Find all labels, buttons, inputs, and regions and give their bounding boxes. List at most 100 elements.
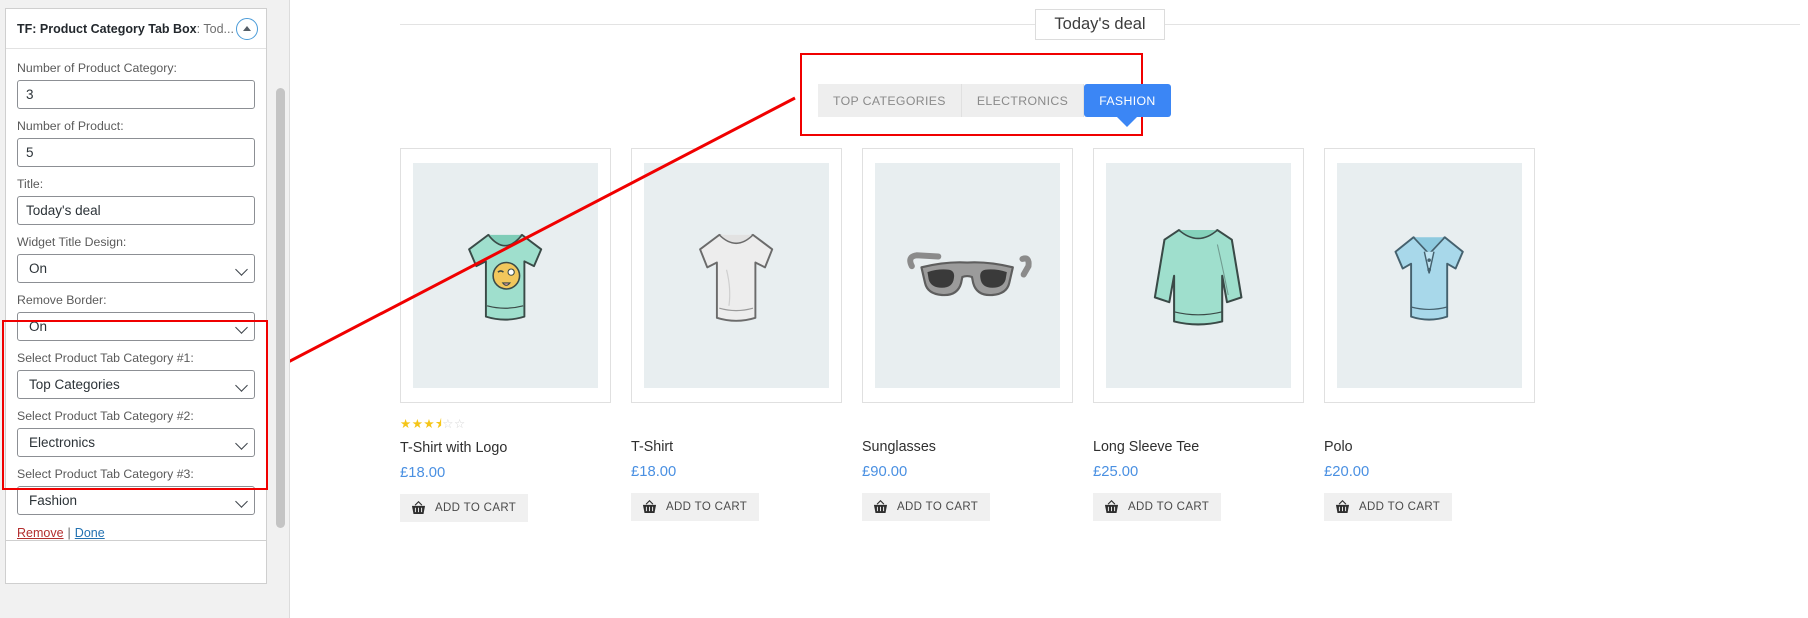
add-to-cart-button[interactable]: ADD TO CART — [1324, 493, 1453, 521]
done-widget-link[interactable]: Done — [75, 526, 105, 540]
select-product-tab-category-3[interactable]: Fashion — [17, 486, 255, 515]
widget-title-main: TF: Product Category Tab Box — [17, 21, 197, 36]
add-to-cart-button[interactable]: ADD TO CART — [862, 493, 991, 521]
add-to-cart-button[interactable]: ADD TO CART — [1093, 493, 1222, 521]
label-title: Title: — [17, 177, 44, 191]
tab-electronics[interactable]: ELECTRONICS — [961, 84, 1085, 117]
basket-icon — [1335, 500, 1350, 513]
label-widget-title-design: Widget Title Design: — [17, 235, 127, 249]
widget-body: Number of Product Category: Number of Pr… — [6, 49, 266, 554]
product-thumbnail[interactable] — [631, 148, 842, 403]
label-product-tab-category-3: Select Product Tab Category #3: — [17, 467, 194, 481]
product-thumbnail[interactable] — [400, 148, 611, 403]
widget-title: TF: Product Category Tab Box: Tod... — [17, 22, 234, 36]
select-wrap-product-tab-category-3: Fashion — [17, 486, 255, 515]
select-product-tab-category-1[interactable]: Top Categories — [17, 370, 255, 399]
product-name: Polo — [1324, 439, 1353, 455]
main-content: Today's deal TOP CATEGORIES ELECTRONICS … — [290, 0, 1808, 618]
add-to-cart-button[interactable]: ADD TO CART — [400, 494, 529, 522]
tab-active-pointer-icon — [1116, 116, 1139, 127]
product-name: Sunglasses — [862, 439, 936, 455]
product-card[interactable]: Sunglasses £90.00 ADD TO CART — [862, 148, 1073, 522]
field-number-of-product: Number of Product: — [17, 118, 255, 167]
tab-electronics-label: ELECTRONICS — [976, 93, 1069, 108]
widget-card: TF: Product Category Tab Box: Tod... Num… — [5, 8, 267, 555]
field-widget-title-design: Widget Title Design: On — [17, 234, 255, 283]
add-to-cart-button[interactable]: ADD TO CART — [631, 493, 760, 521]
input-title[interactable] — [17, 196, 255, 225]
basket-icon — [411, 501, 426, 514]
tshirt-icon — [644, 163, 829, 388]
caret-up-icon — [243, 26, 251, 31]
product-card[interactable]: T-Shirt £18.00 ADD TO CART — [631, 148, 842, 522]
widget-header[interactable]: TF: Product Category Tab Box: Tod... — [6, 9, 266, 49]
category-tabs: TOP CATEGORIES ELECTRONICS FASHION — [818, 84, 1171, 127]
long-sleeve-tee-icon — [1106, 163, 1291, 388]
tshirt-logo-icon — [413, 163, 598, 388]
field-number-of-product-category: Number of Product Category: — [17, 60, 255, 109]
input-number-of-product[interactable] — [17, 138, 255, 167]
select-wrap-product-tab-category-1: Top Categories — [17, 370, 255, 399]
add-to-cart-label: ADD TO CART — [435, 502, 517, 514]
product-name: T-Shirt — [631, 439, 674, 455]
basket-icon — [1104, 500, 1119, 513]
widget-title-instance: : Tod... — [196, 21, 234, 36]
product-thumbnail[interactable] — [862, 148, 1073, 403]
product-thumbnail[interactable] — [1093, 148, 1304, 403]
field-product-tab-category-1: Select Product Tab Category #1: Top Cate… — [17, 350, 255, 399]
product-card[interactable]: ★★★⯨☆☆ T-Shirt with Logo £18.00 ADD TO C… — [400, 148, 611, 522]
label-product-tab-category-2: Select Product Tab Category #2: — [17, 409, 194, 423]
select-wrap-product-tab-category-2: Electronics — [17, 428, 255, 457]
label-product-tab-category-1: Select Product Tab Category #1: — [17, 351, 194, 365]
add-to-cart-label: ADD TO CART — [1359, 501, 1441, 513]
field-product-tab-category-3: Select Product Tab Category #3: Fashion — [17, 466, 255, 515]
select-wrap-remove-border: On — [17, 312, 255, 341]
product-name: Long Sleeve Tee — [1093, 439, 1200, 455]
label-number-of-product: Number of Product: — [17, 119, 124, 133]
action-separator: | — [67, 526, 71, 540]
tab-fashion-label: FASHION — [1099, 93, 1156, 108]
widget-sidebar: TF: Product Category Tab Box: Tod... Num… — [0, 0, 290, 618]
add-to-cart-label: ADD TO CART — [1128, 501, 1210, 513]
label-remove-border: Remove Border: — [17, 293, 107, 307]
product-card[interactable]: Long Sleeve Tee £25.00 ADD TO CART — [1093, 148, 1304, 522]
product-price: £90.00 — [862, 464, 908, 480]
field-title: Title: — [17, 176, 255, 225]
polo-icon — [1337, 163, 1522, 388]
title-rule-right — [1164, 23, 1800, 25]
app-root: TF: Product Category Tab Box: Tod... Num… — [0, 0, 1808, 618]
product-price: £18.00 — [631, 464, 677, 480]
page-title: Today's deal — [1035, 8, 1165, 40]
label-number-of-product-category: Number of Product Category: — [17, 61, 177, 75]
widget-collapse-toggle[interactable] — [236, 17, 258, 40]
product-price: £18.00 — [400, 465, 446, 481]
select-remove-border[interactable]: On — [17, 312, 255, 341]
sidebar-scrollbar-thumb[interactable] — [276, 88, 285, 528]
product-price: £20.00 — [1324, 464, 1370, 480]
select-widget-title-design[interactable]: On — [17, 254, 255, 283]
sunglasses-icon — [875, 163, 1060, 388]
add-to-cart-label: ADD TO CART — [897, 501, 979, 513]
title-rule-left — [400, 23, 1036, 25]
field-product-tab-category-2: Select Product Tab Category #2: Electron… — [17, 408, 255, 457]
product-thumbnail[interactable] — [1324, 148, 1535, 403]
field-remove-border: Remove Border: On — [17, 292, 255, 341]
tab-top-categories[interactable]: TOP CATEGORIES — [818, 84, 962, 117]
input-number-of-product-category[interactable] — [17, 80, 255, 109]
add-to-cart-label: ADD TO CART — [666, 501, 748, 513]
remove-widget-link[interactable]: Remove — [17, 526, 64, 540]
basket-icon — [642, 500, 657, 513]
product-card[interactable]: Polo £20.00 ADD TO CART — [1324, 148, 1535, 522]
select-product-tab-category-2[interactable]: Electronics — [17, 428, 255, 457]
product-rating: ★★★⯨☆☆ — [400, 417, 466, 431]
product-price: £25.00 — [1093, 464, 1139, 480]
next-widget-card[interactable] — [5, 540, 267, 584]
rating-empty-stars: ☆☆ — [442, 417, 466, 431]
basket-icon — [873, 500, 888, 513]
tab-top-categories-label: TOP CATEGORIES — [833, 93, 946, 108]
tab-fashion[interactable]: FASHION — [1084, 84, 1171, 127]
select-wrap-widget-title-design: On — [17, 254, 255, 283]
deal-title-row: Today's deal — [400, 7, 1800, 41]
product-name: T-Shirt with Logo — [400, 440, 508, 456]
product-grid: ★★★⯨☆☆ T-Shirt with Logo £18.00 ADD TO C… — [400, 148, 1535, 522]
